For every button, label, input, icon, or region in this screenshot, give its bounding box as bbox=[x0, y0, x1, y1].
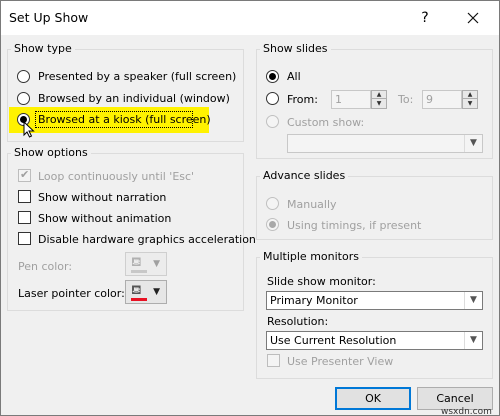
show-slides-legend: Show slides bbox=[260, 42, 331, 55]
show-without-narration-label: Show without narration bbox=[38, 191, 167, 204]
title-bar: Set Up Show ? bbox=[1, 1, 499, 35]
checkmark-icon: ✔ bbox=[20, 168, 30, 181]
radio-custom-show-label: Custom show: bbox=[287, 116, 365, 129]
laser-pointer-color-button[interactable]: ⛾ ▼ bbox=[125, 280, 167, 304]
radio-browsed-by-individual-label: Browsed by an individual (window) bbox=[38, 92, 230, 105]
use-presenter-view-label: Use Presenter View bbox=[287, 355, 394, 368]
watermark: wsxdn.com bbox=[441, 407, 492, 416]
radio-browsed-at-kiosk-label: Browsed at a kiosk (full screen) bbox=[38, 113, 211, 126]
set-up-show-dialog: Set Up Show ? Show type Presented by a s… bbox=[0, 0, 500, 416]
loop-continuously-label: Loop continuously until 'Esc' bbox=[38, 170, 195, 183]
arrow-up-icon[interactable]: ▲ bbox=[372, 91, 386, 99]
multiple-monitors-legend: Multiple monitors bbox=[260, 250, 362, 263]
radio-using-timings[interactable] bbox=[266, 218, 279, 231]
ok-button[interactable]: OK bbox=[335, 387, 411, 410]
laser-pointer-color-label: Laser pointer color: bbox=[18, 287, 125, 300]
laser-pointer-color-swatch bbox=[131, 298, 147, 301]
chevron-down-icon: ▼ bbox=[464, 135, 482, 152]
radio-manually-label: Manually bbox=[287, 198, 337, 211]
resolution-label: Resolution: bbox=[267, 315, 329, 328]
show-without-animation-label: Show without animation bbox=[38, 212, 172, 225]
help-button[interactable]: ? bbox=[413, 8, 437, 28]
radio-manually[interactable] bbox=[266, 197, 279, 210]
radio-from-slides-label: From: bbox=[287, 93, 318, 106]
paint-bucket-icon: ⛾ bbox=[131, 283, 142, 298]
close-icon bbox=[467, 12, 479, 24]
use-presenter-view-checkbox[interactable] bbox=[267, 354, 280, 367]
close-button[interactable] bbox=[453, 8, 493, 28]
chevron-down-icon: ▼ bbox=[153, 287, 160, 297]
dialog-title: Set Up Show bbox=[9, 10, 89, 25]
paint-bucket-icon: ⛾ bbox=[131, 255, 142, 270]
show-without-narration-checkbox[interactable] bbox=[18, 190, 31, 203]
radio-presented-by-speaker-label: Presented by a speaker (full screen) bbox=[38, 70, 237, 83]
mouse-cursor-icon bbox=[23, 121, 35, 138]
pen-color-swatch bbox=[131, 270, 147, 273]
radio-all-slides[interactable] bbox=[266, 70, 279, 83]
radio-presented-by-speaker[interactable] bbox=[17, 70, 30, 83]
slide-show-monitor-label: Slide show monitor: bbox=[267, 275, 376, 288]
pen-color-label: Pen color: bbox=[18, 260, 73, 273]
radio-from-slides[interactable] bbox=[266, 92, 279, 105]
to-slide-input[interactable]: 9 bbox=[422, 90, 462, 109]
resolution-select[interactable]: Use Current Resolution ▼ bbox=[266, 331, 483, 350]
advance-slides-legend: Advance slides bbox=[260, 169, 349, 182]
show-without-animation-checkbox[interactable] bbox=[18, 211, 31, 224]
radio-using-timings-label: Using timings, if present bbox=[287, 219, 422, 232]
from-slide-input[interactable]: 1 bbox=[331, 90, 371, 109]
disable-hardware-acceleration-checkbox[interactable] bbox=[18, 232, 31, 245]
to-slide-label: To: bbox=[398, 93, 414, 106]
slide-show-monitor-select[interactable]: Primary Monitor ▼ bbox=[266, 291, 483, 310]
disable-hardware-acceleration-label: Disable hardware graphics acceleration bbox=[38, 233, 256, 246]
chevron-down-icon: ▼ bbox=[464, 292, 482, 309]
loop-continuously-checkbox[interactable]: ✔ bbox=[18, 168, 31, 182]
show-type-legend: Show type bbox=[11, 42, 75, 55]
slide-show-monitor-value: Primary Monitor bbox=[270, 294, 358, 307]
show-options-legend: Show options bbox=[11, 146, 91, 159]
arrow-up-icon[interactable]: ▲ bbox=[463, 91, 477, 99]
resolution-value: Use Current Resolution bbox=[270, 334, 397, 347]
arrow-down-icon[interactable]: ▼ bbox=[463, 100, 477, 108]
arrow-down-icon[interactable]: ▼ bbox=[372, 100, 386, 108]
chevron-down-icon: ▼ bbox=[153, 259, 160, 269]
pen-color-button[interactable]: ⛾ ▼ bbox=[125, 252, 167, 276]
chevron-down-icon: ▼ bbox=[464, 332, 482, 349]
to-slide-stepper[interactable]: ▲ ▼ bbox=[462, 90, 478, 109]
radio-custom-show[interactable] bbox=[266, 115, 279, 128]
custom-show-select[interactable]: ▼ bbox=[287, 134, 483, 153]
radio-all-slides-label: All bbox=[287, 70, 301, 83]
from-slide-stepper[interactable]: ▲ ▼ bbox=[371, 90, 387, 109]
radio-browsed-by-individual[interactable] bbox=[17, 92, 30, 105]
